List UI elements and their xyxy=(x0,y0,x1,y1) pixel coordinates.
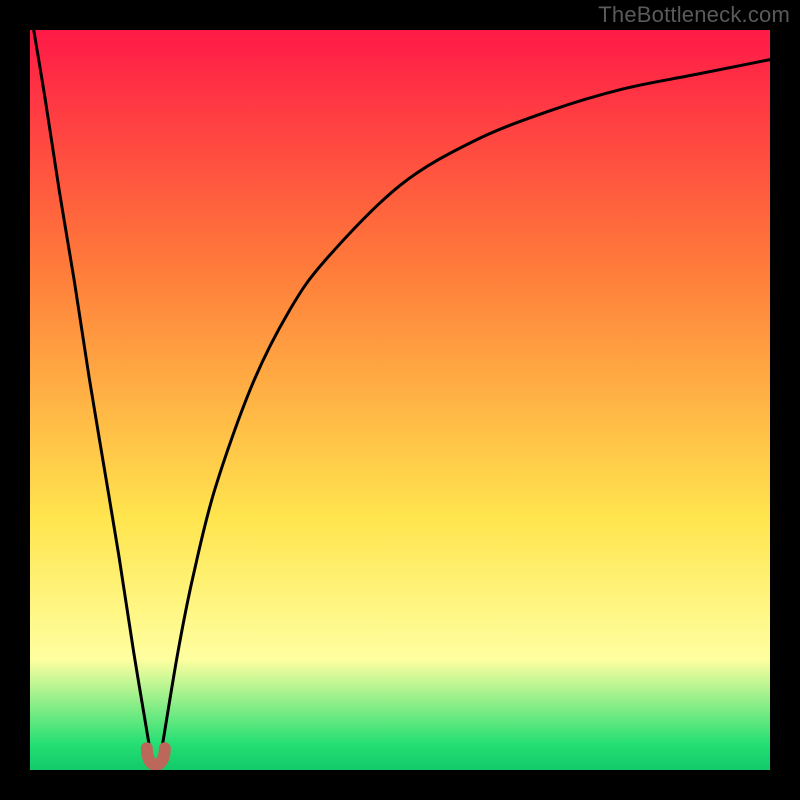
watermark-text: TheBottleneck.com xyxy=(598,2,790,28)
gradient-background xyxy=(30,30,770,770)
bottleneck-chart xyxy=(30,30,770,770)
chart-frame: { "watermark": "TheBottleneck.com", "col… xyxy=(0,0,800,800)
